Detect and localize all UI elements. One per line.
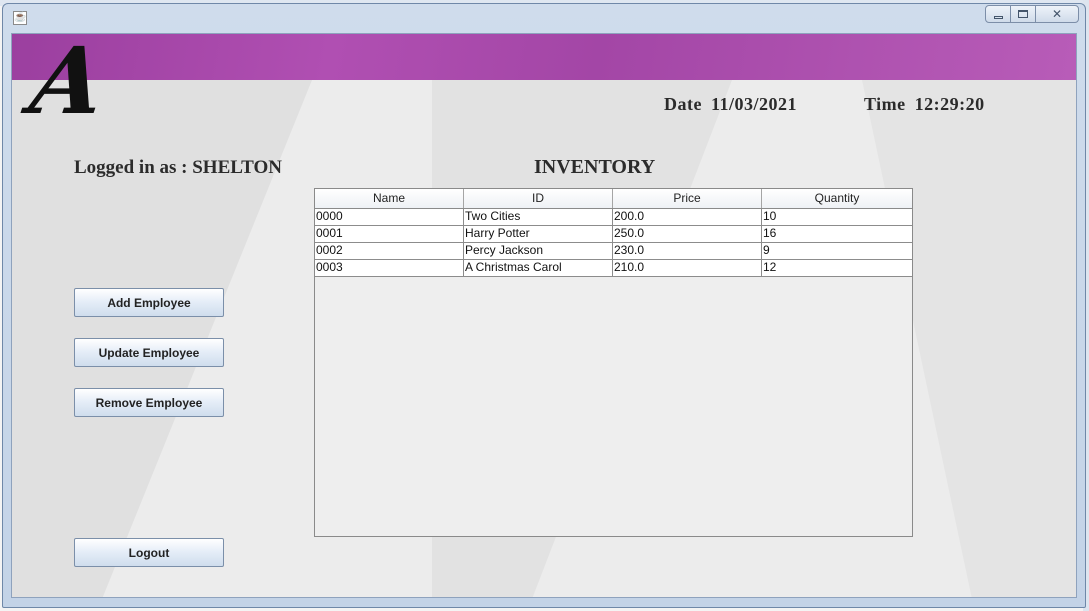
main-panel: A Date 11/03/2021 Time 12:29:20 Logged i… bbox=[11, 33, 1077, 598]
table-cell[interactable]: 12 bbox=[762, 260, 912, 276]
maximize-button[interactable] bbox=[1010, 5, 1036, 23]
table-row[interactable]: 0003 A Christmas Carol 210.0 12 bbox=[315, 260, 912, 277]
time-value: 12:29:20 bbox=[914, 94, 985, 114]
date-label: Date bbox=[664, 94, 702, 114]
add-employee-button[interactable]: Add Employee bbox=[74, 288, 224, 317]
java-cup-icon[interactable]: ☕ bbox=[13, 11, 27, 25]
table-row[interactable]: 0001 Harry Potter 250.0 16 bbox=[315, 226, 912, 243]
table-cell[interactable]: Harry Potter bbox=[464, 226, 613, 242]
app-window: ☕ ✕ A Date 11/03/2021 Time 12:29:20 Logg… bbox=[2, 3, 1086, 608]
time-display: Time 12:29:20 bbox=[864, 94, 985, 115]
table-cell[interactable]: 0000 bbox=[315, 209, 464, 225]
table-header: Name ID Price Quantity bbox=[315, 189, 912, 209]
table-cell[interactable]: 0001 bbox=[315, 226, 464, 242]
close-icon: ✕ bbox=[1051, 7, 1063, 21]
inventory-title: INVENTORY bbox=[534, 156, 656, 178]
minimize-button[interactable] bbox=[985, 5, 1011, 23]
table-cell[interactable]: 9 bbox=[762, 243, 912, 259]
maximize-icon bbox=[1018, 10, 1028, 18]
table-cell[interactable]: 0002 bbox=[315, 243, 464, 259]
inventory-table[interactable]: Name ID Price Quantity 0000 Two Cities 2… bbox=[314, 188, 913, 537]
minimize-icon bbox=[993, 15, 1003, 19]
table-cell[interactable]: 16 bbox=[762, 226, 912, 242]
table-cell[interactable]: Percy Jackson bbox=[464, 243, 613, 259]
table-cell[interactable]: 210.0 bbox=[613, 260, 762, 276]
close-button[interactable]: ✕ bbox=[1035, 5, 1079, 23]
column-header-id[interactable]: ID bbox=[464, 189, 613, 208]
title-bar[interactable]: ☕ ✕ bbox=[3, 4, 1085, 30]
column-header-quantity[interactable]: Quantity bbox=[762, 189, 912, 208]
logged-in-user: Logged in as : SHELTON bbox=[74, 157, 283, 178]
column-header-price[interactable]: Price bbox=[613, 189, 762, 208]
remove-employee-button[interactable]: Remove Employee bbox=[74, 388, 224, 417]
table-cell[interactable]: 250.0 bbox=[613, 226, 762, 242]
table-cell[interactable]: 200.0 bbox=[613, 209, 762, 225]
column-header-name[interactable]: Name bbox=[315, 189, 464, 208]
table-cell[interactable]: A Christmas Carol bbox=[464, 260, 613, 276]
table-cell[interactable]: 230.0 bbox=[613, 243, 762, 259]
logout-button[interactable]: Logout bbox=[74, 538, 224, 567]
update-employee-button[interactable]: Update Employee bbox=[74, 338, 224, 367]
header-band bbox=[12, 34, 1076, 80]
time-label: Time bbox=[864, 94, 906, 114]
app-logo: A bbox=[24, 33, 112, 135]
date-value: 11/03/2021 bbox=[710, 94, 797, 114]
date-display: Date 11/03/2021 bbox=[664, 94, 797, 115]
table-row[interactable]: 0002 Percy Jackson 230.0 9 bbox=[315, 243, 912, 260]
table-cell[interactable]: Two Cities bbox=[464, 209, 613, 225]
table-row[interactable]: 0000 Two Cities 200.0 10 bbox=[315, 209, 912, 226]
table-cell[interactable]: 10 bbox=[762, 209, 912, 225]
window-controls: ✕ bbox=[985, 5, 1079, 23]
table-cell[interactable]: 0003 bbox=[315, 260, 464, 276]
